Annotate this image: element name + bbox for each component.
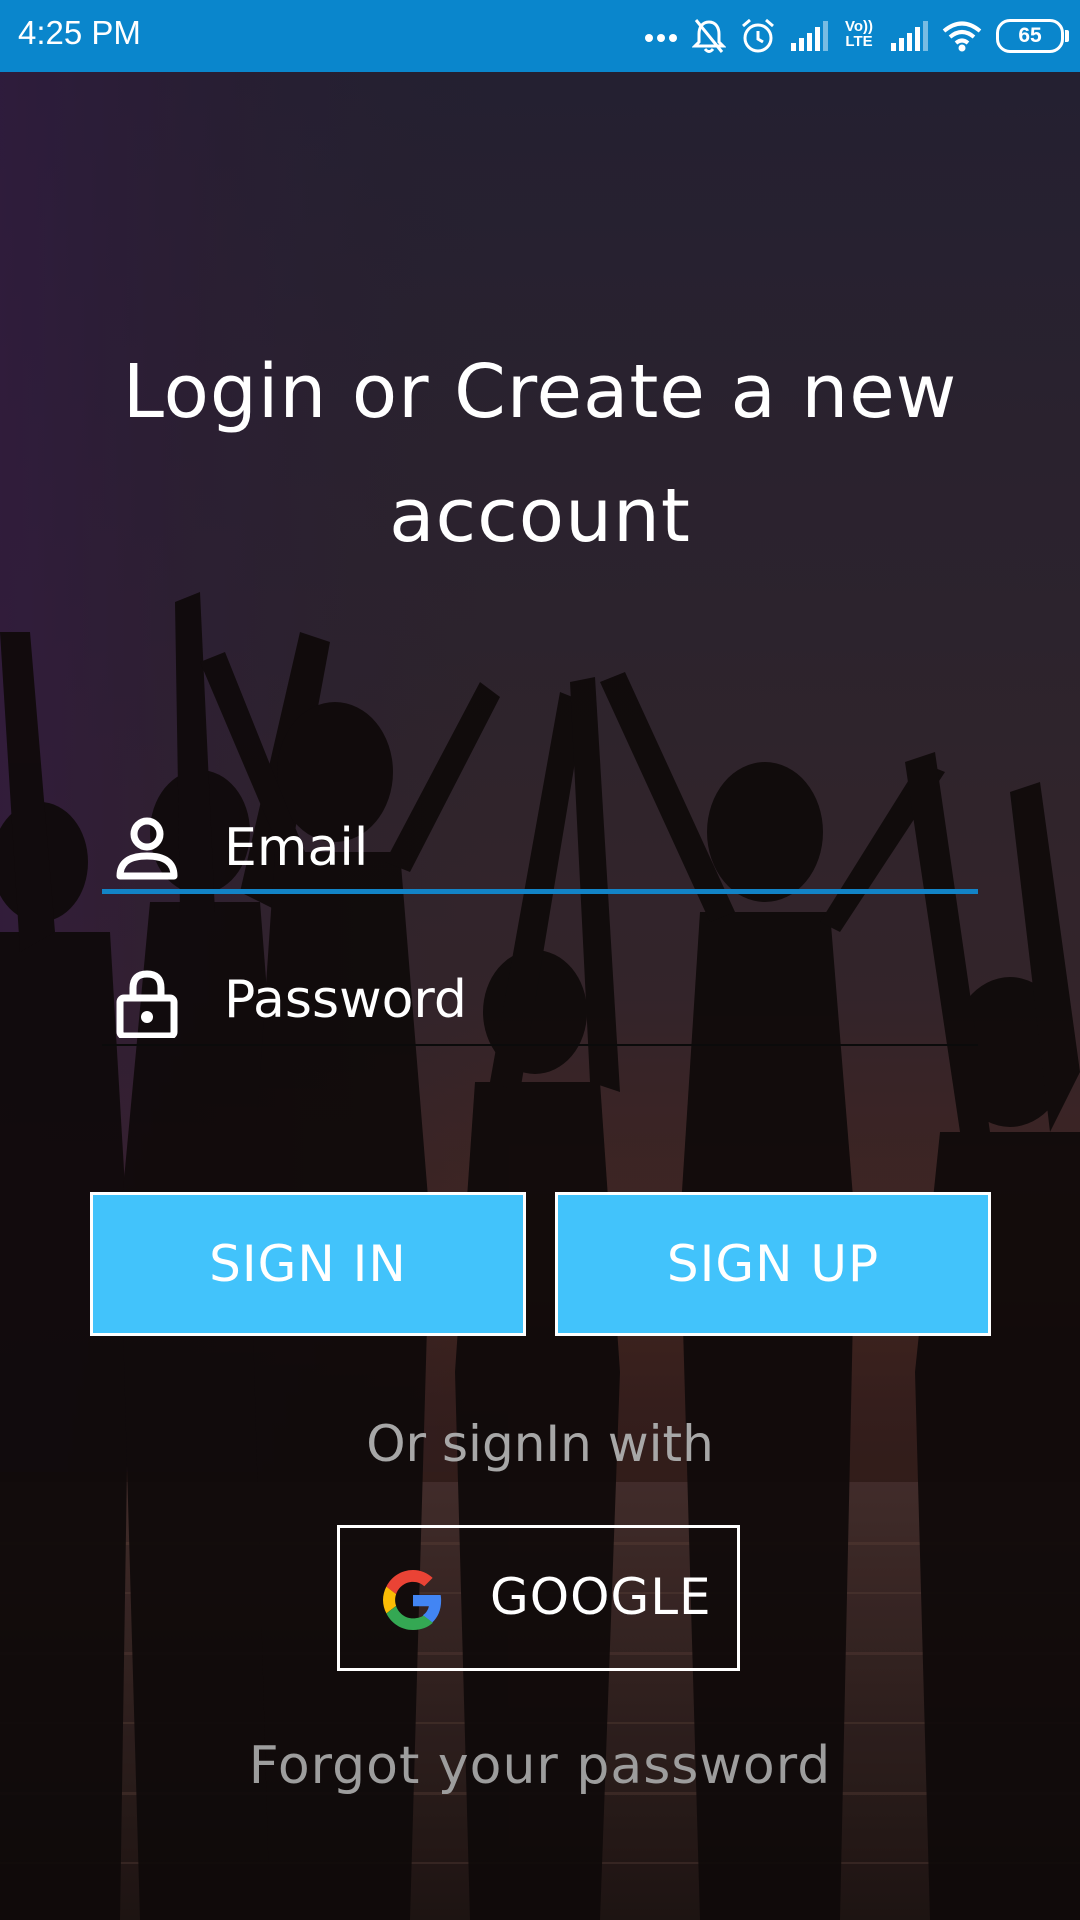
forgot-password-link[interactable]: Forgot your password (0, 1736, 1080, 1796)
signal-icon (791, 21, 828, 51)
alarm-icon (742, 18, 774, 53)
google-logo-icon (383, 1570, 442, 1630)
sign-in-button[interactable]: SIGN IN (90, 1192, 526, 1336)
email-underline (102, 889, 978, 894)
lock-icon (116, 970, 178, 1038)
status-time: 4:25 PM (18, 14, 141, 51)
wifi-icon (942, 21, 982, 52)
sign-up-button[interactable]: SIGN UP (555, 1192, 991, 1336)
battery-icon: 65 (996, 19, 1069, 53)
volte-icon: Vo)) LTE (842, 19, 876, 53)
password-field[interactable] (102, 958, 978, 1046)
more-dots-icon (645, 34, 677, 42)
page-title-line-2: account (389, 473, 691, 559)
volte-label-bottom: LTE (845, 33, 873, 50)
battery-level: 65 (1018, 24, 1042, 47)
password-underline (102, 1044, 978, 1046)
notifications-off-icon (692, 19, 726, 53)
google-sign-in-button[interactable]: GOOGLE (337, 1525, 740, 1671)
status-icons: Vo)) LTE 65 (644, 14, 1069, 58)
password-input[interactable] (224, 968, 964, 1032)
email-field[interactable] (102, 806, 978, 894)
person-icon (116, 817, 178, 880)
volte-label-top: Vo)) (844, 18, 874, 35)
email-input[interactable] (224, 816, 964, 880)
status-bar: 4:25 PM Vo)) LTE 65 (0, 0, 1080, 72)
signal-icon (891, 21, 928, 51)
page-title-line-1: Login or Create a new (122, 349, 958, 435)
alternative-login-prompt: Or signIn with (366, 1415, 714, 1473)
google-label: GOOGLE (490, 1568, 712, 1626)
page-title: Login or Create a new account (90, 330, 990, 578)
